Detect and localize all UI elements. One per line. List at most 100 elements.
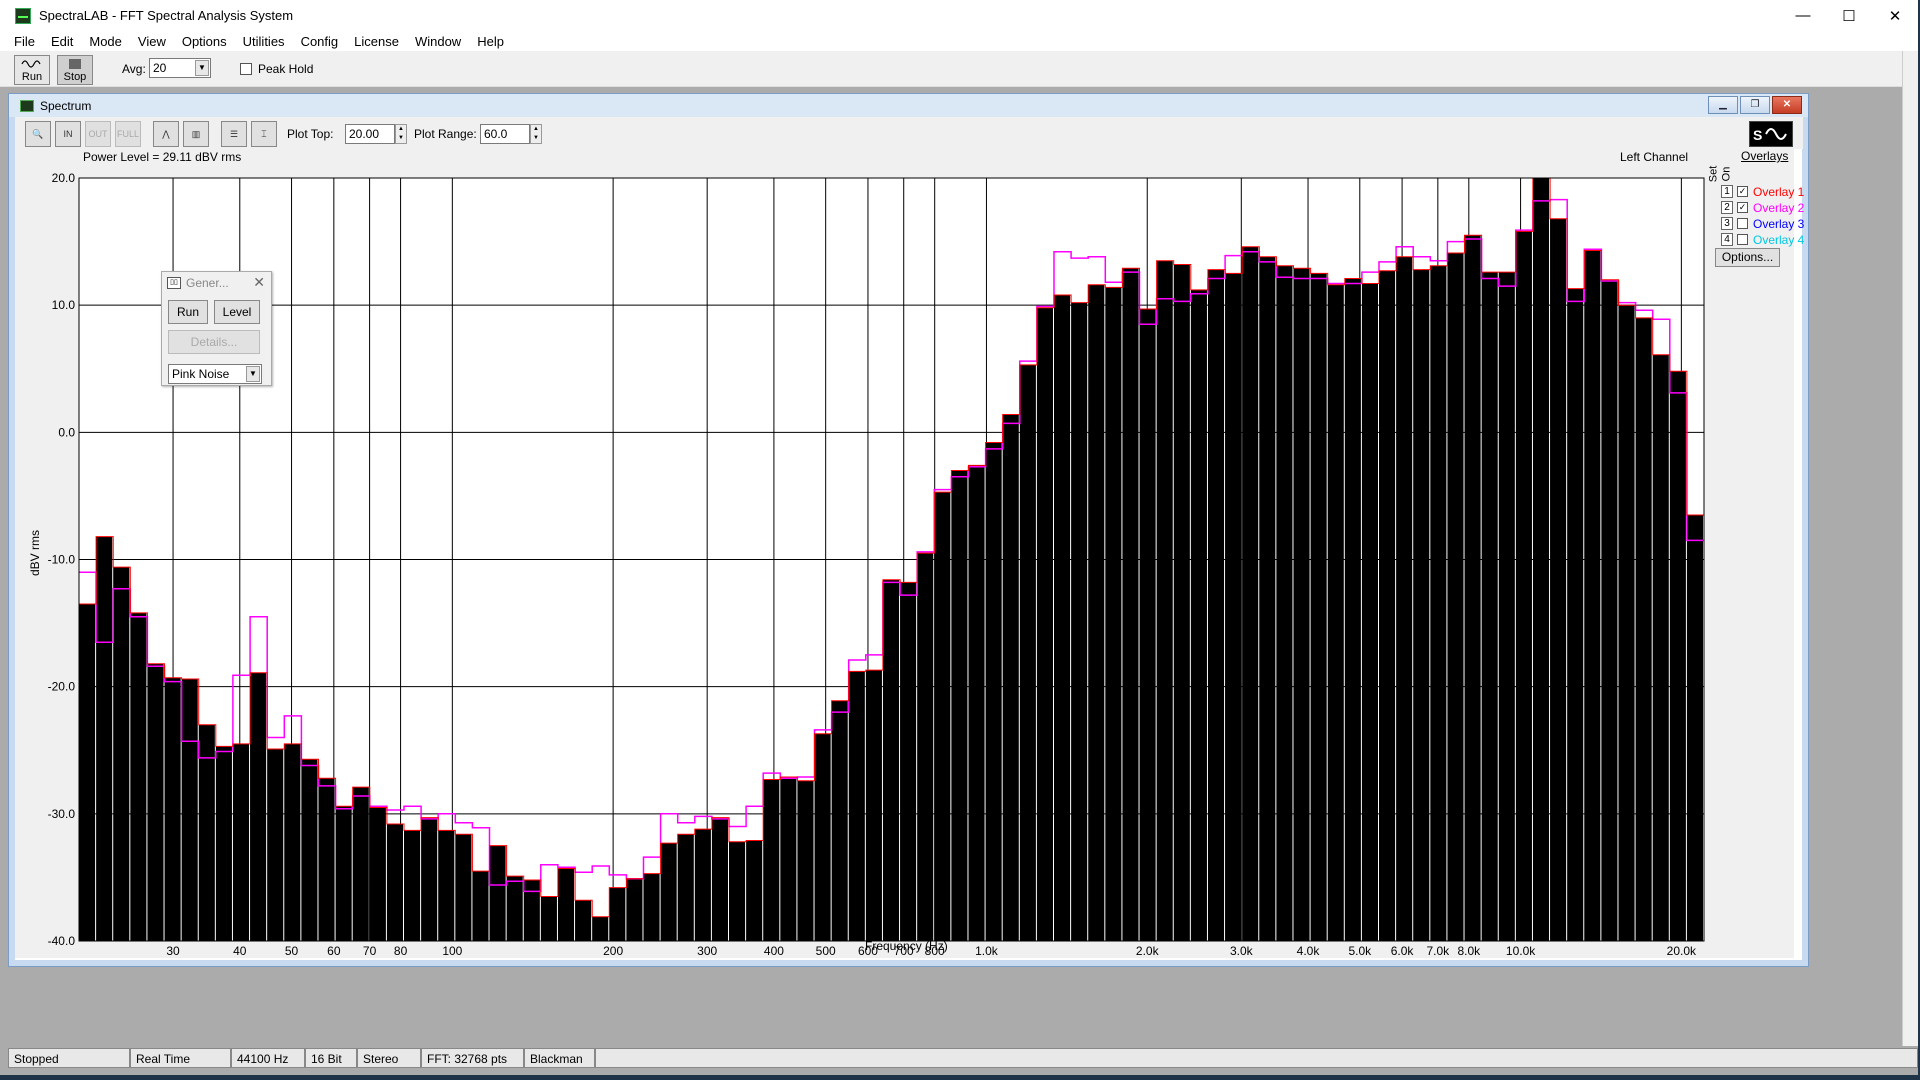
overlay-set-1-button[interactable]: 1 xyxy=(1721,185,1733,198)
spectrum-bar xyxy=(267,748,284,941)
zoom-full-icon[interactable]: FULL xyxy=(115,121,141,147)
overlay-options-button[interactable]: Options... xyxy=(1715,248,1780,267)
x-tick-label: 7.0k xyxy=(1426,944,1450,958)
generator-panel: ▯▯ Gener... ✕ Run Level Details... Pink … xyxy=(161,271,272,386)
overlay-4-label: Overlay 4 xyxy=(1753,232,1805,247)
spectrum-bar xyxy=(900,582,917,941)
spectrum-bar xyxy=(951,470,968,941)
overlay-set-3-button[interactable]: 3 xyxy=(1721,217,1733,230)
zoom-icon[interactable]: 🔍 xyxy=(25,121,51,147)
menu-mode[interactable]: Mode xyxy=(81,34,130,49)
minimize-button[interactable]: — xyxy=(1780,0,1826,31)
spectrum-bar xyxy=(79,604,96,941)
x-tick-label: 20.0k xyxy=(1667,944,1697,958)
overlay-3-checkbox[interactable] xyxy=(1737,218,1748,229)
spectrum-close-button[interactable]: ✕ xyxy=(1772,96,1802,114)
plot-top-input[interactable]: 20.00 xyxy=(345,124,395,144)
menu-help[interactable]: Help xyxy=(469,34,512,49)
chevron-down-icon[interactable]: ▼ xyxy=(195,60,209,76)
marker-icon[interactable]: ⌶ xyxy=(251,121,277,147)
spectrum-bar xyxy=(1464,235,1481,941)
vertical-scrollbar[interactable] xyxy=(1902,51,1918,1046)
spectrum-bar xyxy=(1190,289,1207,941)
spectrum-bar xyxy=(472,871,489,941)
plot-top-spinner[interactable]: ▲ ▼ xyxy=(395,124,407,144)
overlays-on-column: On xyxy=(1720,166,1733,182)
x-tick-label: 500 xyxy=(816,944,836,958)
status-mode: Real Time xyxy=(130,1048,231,1068)
menu-file[interactable]: File xyxy=(6,34,43,49)
overlay-1-checkbox[interactable]: ✓ xyxy=(1737,186,1748,197)
menu-options[interactable]: Options xyxy=(174,34,235,49)
overlay-2-label: Overlay 2 xyxy=(1753,200,1805,215)
chevron-down-icon[interactable]: ▼ xyxy=(246,366,260,382)
spectrum-bar xyxy=(609,887,626,941)
generator-level-button[interactable]: Level xyxy=(214,300,260,324)
spectrum-bar xyxy=(1584,250,1601,941)
status-bit-depth: 16 Bit xyxy=(305,1048,357,1068)
peak-hold-checkbox[interactable] xyxy=(240,63,252,75)
y-tick-label: -10.0 xyxy=(48,553,76,567)
y-tick-label: 0.0 xyxy=(58,425,75,439)
stop-button[interactable]: Stop xyxy=(57,55,93,85)
spectrum-bar xyxy=(711,817,728,941)
spectrum-bar xyxy=(489,845,506,942)
sine-wave-icon xyxy=(21,60,41,68)
spectrum-bar xyxy=(301,759,318,941)
spectrum-bar xyxy=(1361,283,1378,941)
peak-icon[interactable]: ⋀ xyxy=(153,121,179,147)
menu-window[interactable]: Window xyxy=(407,34,469,49)
peak-hold-label: Peak Hold xyxy=(258,62,314,76)
app-window: SpectraLAB - FFT Spectral Analysis Syste… xyxy=(0,0,1918,1075)
spectrum-bar xyxy=(1225,273,1242,942)
window-title: SpectraLAB - FFT Spectral Analysis Syste… xyxy=(39,8,294,23)
x-tick-label: 100 xyxy=(442,944,462,958)
avg-value: 20 xyxy=(153,61,167,75)
zoom-out-icon[interactable]: OUT xyxy=(85,121,111,147)
plot-range-input[interactable]: 60.0 xyxy=(480,124,530,144)
menu-edit[interactable]: Edit xyxy=(43,34,81,49)
overlay-set-2-button[interactable]: 2 xyxy=(1721,201,1733,214)
generator-run-button[interactable]: Run xyxy=(168,300,208,324)
menu-view[interactable]: View xyxy=(130,34,174,49)
spectrum-bar xyxy=(1276,265,1293,941)
spectrum-minimize-button[interactable]: ▁ xyxy=(1708,96,1738,114)
menu-license[interactable]: License xyxy=(346,34,407,49)
spectrum-icon xyxy=(20,99,34,112)
spectrum-bar xyxy=(232,743,250,941)
x-tick-label: 3.0k xyxy=(1230,944,1254,958)
spectrum-bar xyxy=(352,787,369,941)
spectrum-bar xyxy=(96,536,113,941)
avg-label: Avg: xyxy=(122,62,146,76)
menu-config[interactable]: Config xyxy=(293,34,347,49)
status-spare xyxy=(595,1048,1918,1068)
overlay-2-checkbox[interactable]: ✓ xyxy=(1737,202,1748,213)
spectrum-bar xyxy=(1173,264,1190,942)
list-icon[interactable]: ☰ xyxy=(221,121,247,147)
generator-details-button[interactable]: Details... xyxy=(168,330,260,354)
close-icon[interactable]: ✕ xyxy=(253,274,265,291)
x-tick-label: 40 xyxy=(233,944,247,958)
bar-icon[interactable]: ▥ xyxy=(183,121,209,147)
spectrum-bar xyxy=(506,876,523,941)
overlay-row-1: 1 ✓ Overlay 1 xyxy=(1721,184,1804,199)
stop-label: Stop xyxy=(63,71,87,83)
spectrum-bar xyxy=(1515,231,1532,941)
spectralab-app-icon xyxy=(15,7,31,24)
spectrum-restore-button[interactable]: ❐ xyxy=(1740,96,1770,114)
maximize-button[interactable]: ☐ xyxy=(1826,0,1872,31)
avg-select[interactable]: 20 ▼ xyxy=(149,58,211,78)
status-sample-rate: 44100 Hz xyxy=(231,1048,305,1068)
x-tick-label: 200 xyxy=(603,944,623,958)
plot-range-spinner[interactable]: ▲ ▼ xyxy=(530,124,542,144)
zoom-in-icon[interactable]: IN xyxy=(55,121,81,147)
spectrum-bar xyxy=(1002,414,1019,941)
overlay-4-checkbox[interactable] xyxy=(1737,234,1748,245)
menu-utilities[interactable]: Utilities xyxy=(235,34,293,49)
overlay-set-4-button[interactable]: 4 xyxy=(1721,233,1733,246)
run-button[interactable]: Run xyxy=(14,55,50,85)
generator-signal-select[interactable]: Pink Noise ▼ xyxy=(168,364,262,384)
close-button[interactable]: ✕ xyxy=(1872,0,1918,31)
spectrum-bar xyxy=(455,834,472,941)
spectrum-bar xyxy=(181,679,198,941)
